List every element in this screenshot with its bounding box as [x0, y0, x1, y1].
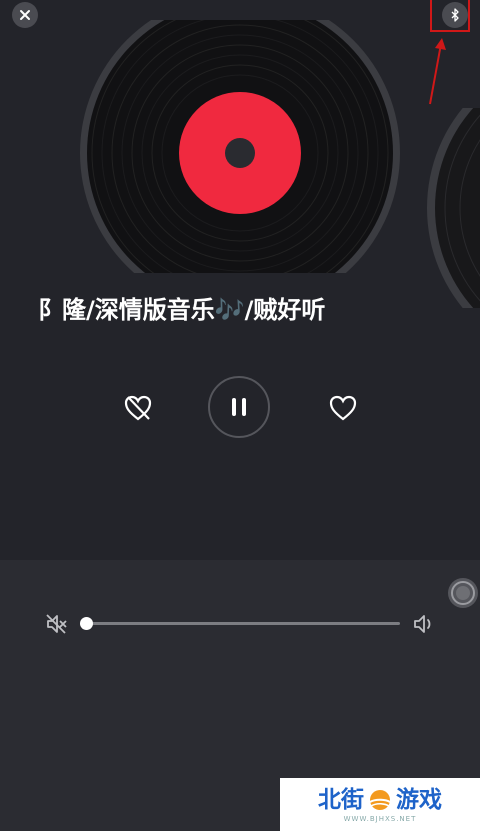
next-vinyl-record[interactable]: [425, 108, 480, 308]
song-title: 阝隆/深情版音乐🎶/贼好听: [38, 296, 326, 324]
sun-logo-icon: [369, 789, 391, 810]
heart-icon: [329, 395, 357, 421]
close-icon: [20, 10, 30, 20]
watermark-logo: 北街 游戏 WWW.BJHXS.NET: [280, 778, 480, 831]
floating-ball-button[interactable]: [448, 578, 478, 608]
like-button[interactable]: [326, 392, 360, 424]
dislike-heart-icon: [124, 395, 152, 421]
pause-button[interactable]: [208, 376, 270, 438]
volume-icon[interactable]: [411, 612, 437, 636]
watermark-right-text: 游戏: [396, 786, 442, 813]
floating-ball-icon: [451, 581, 475, 605]
watermark-left-text: 北街: [318, 786, 364, 813]
volume-slider-track[interactable]: [80, 622, 400, 625]
annotation-highlight-box: [430, 0, 470, 32]
dislike-button[interactable]: [121, 392, 155, 424]
record-hole: [225, 138, 255, 168]
annotation-arrow: [429, 38, 446, 105]
watermark-url: WWW.BJHXS.NET: [343, 814, 417, 823]
pause-icon: [232, 398, 246, 416]
close-button[interactable]: [12, 2, 38, 28]
vinyl-record: [80, 20, 400, 273]
volume-mute-icon[interactable]: [44, 612, 70, 636]
